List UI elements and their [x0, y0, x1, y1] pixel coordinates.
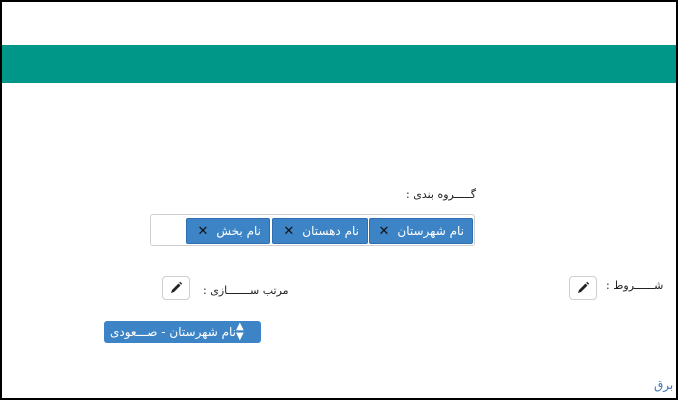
sorting-label: مرتب ســـــــازی :	[203, 284, 289, 297]
tag-label: نام شهرستان	[397, 224, 464, 238]
pencil-icon	[578, 281, 590, 293]
grouping-label: گـــــروه بندی :	[406, 188, 476, 201]
tag-village-district[interactable]: نام دهستان ✕	[272, 218, 368, 244]
tag-county[interactable]: نام شهرستان ✕	[369, 218, 473, 244]
sort-order-select[interactable]: ▲ ▼ نام شهرستان - صـــعودی	[104, 321, 261, 343]
footer-link[interactable]: برق	[654, 378, 673, 392]
header-bar	[2, 45, 676, 83]
tag-label: نام بخش	[216, 224, 261, 238]
close-icon[interactable]: ✕	[197, 224, 208, 239]
pencil-icon	[171, 281, 183, 293]
sort-select-value: نام شهرستان - صـــعودی	[110, 325, 237, 339]
tag-label: نام دهستان	[302, 224, 359, 238]
close-icon[interactable]: ✕	[379, 224, 390, 239]
grouping-tags-field[interactable]: نام شهرستان ✕ نام دهستان ✕ نام بخش ✕	[150, 214, 475, 246]
conditions-label: شــــــروط :	[606, 279, 664, 292]
tag-district[interactable]: نام بخش ✕	[186, 218, 270, 244]
sort-arrows-icon: ▲ ▼	[236, 321, 244, 342]
edit-conditions-button[interactable]	[569, 276, 597, 300]
close-icon[interactable]: ✕	[283, 224, 294, 239]
edit-sorting-button[interactable]	[162, 276, 190, 300]
